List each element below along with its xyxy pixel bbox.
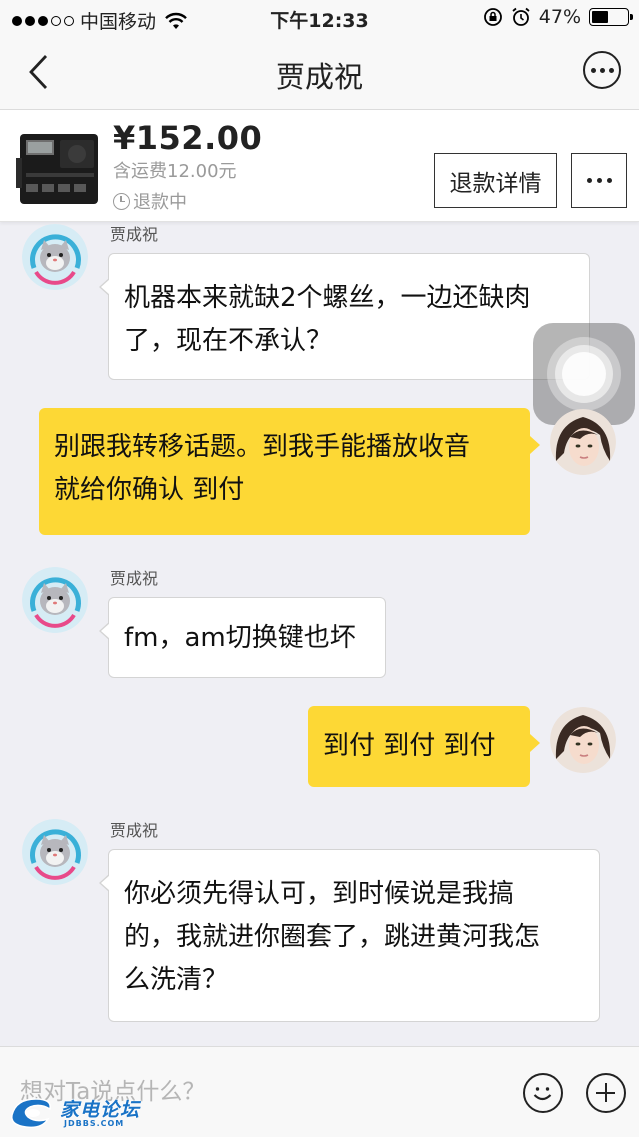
seller-avatar[interactable]	[22, 224, 88, 290]
cat-avatar-icon	[22, 567, 88, 633]
battery-percent: 47%	[538, 6, 581, 28]
girl-portrait-avatar	[550, 707, 616, 773]
message-bubble-outgoing[interactable]: 别跟我转移话题。到我手能播放收音 就给你确认 到付	[39, 408, 540, 535]
message-line: 么洗清？	[124, 965, 229, 995]
message-bubble-incoming[interactable]: 你必须先得认可，到时候说是我搞 的，我就进你圈套了，跳进黄河我怎 么洗清？	[99, 849, 600, 1022]
smiley-icon	[533, 1087, 552, 1101]
message-line: 就给你确认 到付	[54, 475, 245, 505]
message-bubble-incoming[interactable]: fm，am切换键也坏	[99, 597, 386, 678]
status-right: 47%	[483, 6, 633, 28]
watermark-swirl-icon	[11, 1098, 51, 1129]
rotation-lock-icon	[483, 8, 502, 26]
message-line: 你必须先得认可，到时候说是我搞	[124, 879, 515, 909]
refund-details-button[interactable]: 退款详情	[434, 153, 557, 208]
watermark-domain: JDBBS.COM	[64, 1119, 125, 1128]
message-line: 到付 到付 到付	[323, 731, 496, 761]
page-title: 贾成祝	[275, 60, 363, 94]
message-line: 别跟我转移话题。到我手能播放收音	[54, 432, 471, 462]
watermark-text: 家电论坛	[60, 1099, 141, 1121]
refund-status-label: 退款中	[133, 192, 187, 213]
add-attachment-button[interactable]	[586, 1073, 626, 1113]
seller-avatar[interactable]	[22, 567, 88, 633]
message-line: 机器本来就缺2个螺丝，一边还缺肉	[124, 283, 531, 313]
message-sender-name: 贾成祝	[110, 821, 159, 840]
product-price: ¥152.00	[113, 119, 263, 157]
product-more-button[interactable]	[571, 153, 627, 208]
cat-avatar-icon	[22, 819, 88, 885]
clock-icon	[113, 192, 130, 210]
status-bar: 中国移动 下午12:33 47%	[0, 0, 639, 36]
product-card[interactable]: ¥152.00 含运费12.00元 退款中 退款详情	[0, 110, 639, 222]
message-line: 的，我就进你圈套了，跳进黄河我怎	[124, 922, 541, 952]
product-thumbnail	[16, 134, 98, 204]
message-line: fm，am切换键也坏	[124, 623, 356, 653]
user-avatar[interactable]	[550, 409, 616, 475]
forum-watermark-logo: 家电论坛 JDBBS.COM	[6, 1093, 141, 1133]
seller-avatar[interactable]	[22, 819, 88, 885]
shipping-fee: 含运费12.00元	[113, 161, 237, 182]
navigation-bar: 贾成祝	[0, 36, 639, 110]
message-sender-name: 贾成祝	[110, 225, 159, 244]
message-sender-name: 贾成祝	[110, 569, 159, 588]
battery-icon	[589, 8, 633, 26]
message-bubble-outgoing[interactable]: 到付 到付 到付	[308, 706, 540, 787]
alarm-icon	[512, 7, 530, 26]
message-bubble-incoming[interactable]: 机器本来就缺2个螺丝，一边还缺肉 了，现在不承认？	[99, 253, 590, 380]
emoji-button[interactable]	[523, 1073, 563, 1113]
girl-portrait-avatar	[550, 409, 616, 475]
cat-avatar-icon	[22, 224, 88, 290]
user-avatar[interactable]	[550, 707, 616, 773]
message-line: 了，现在不承认？	[124, 326, 333, 356]
more-options-button[interactable]	[583, 51, 621, 89]
refund-status: 退款中	[113, 188, 187, 214]
